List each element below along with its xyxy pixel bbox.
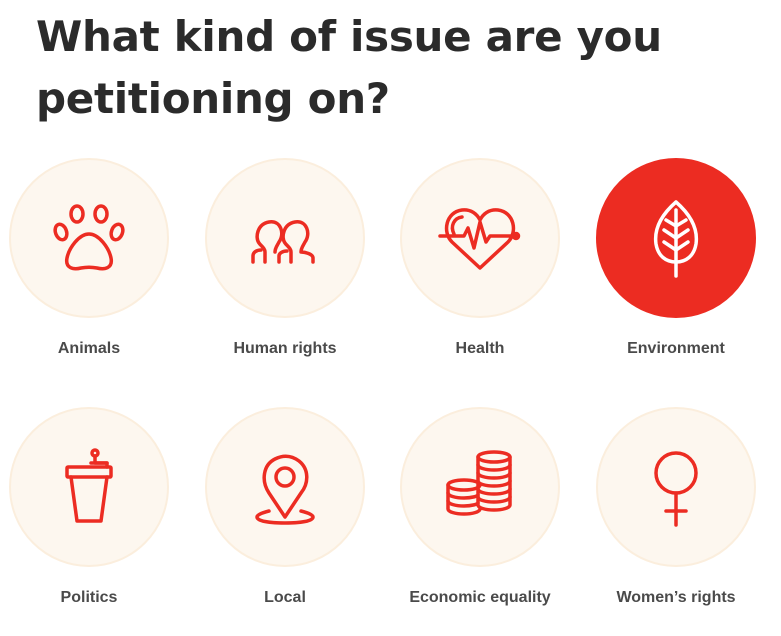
category-circle	[205, 407, 365, 567]
heart-pulse-icon	[438, 208, 521, 270]
category-option-economic-equality[interactable]: Economic equality	[391, 407, 571, 627]
category-circle	[205, 158, 365, 318]
people-icon	[251, 220, 315, 264]
podium-icon	[65, 448, 113, 523]
category-option-animals[interactable]: Animals	[0, 158, 180, 378]
category-option-womens-rights[interactable]: Women’s rights	[587, 407, 767, 627]
category-grid: Animals Human rights Health Environment …	[0, 0, 781, 636]
category-circle	[596, 407, 756, 567]
category-option-local[interactable]: Local	[196, 407, 376, 627]
category-option-politics[interactable]: Politics	[0, 407, 180, 627]
category-option-environment[interactable]: Environment	[587, 158, 767, 378]
category-label: Politics	[60, 589, 118, 606]
leaf-icon	[653, 200, 699, 278]
category-circle	[596, 158, 756, 318]
coins-icon	[446, 450, 512, 516]
category-label: Human rights	[233, 340, 337, 357]
category-label: Animals	[57, 340, 121, 357]
female-symbol-icon	[654, 451, 698, 527]
category-label: Health	[455, 340, 505, 357]
category-circle	[400, 158, 560, 318]
category-label: Environment	[627, 340, 725, 357]
category-circle	[400, 407, 560, 567]
category-option-health[interactable]: Health	[391, 158, 571, 378]
category-label: Women’s rights	[616, 589, 736, 606]
category-circle	[9, 407, 169, 567]
paw-icon	[53, 204, 125, 271]
category-label: Local	[264, 589, 306, 606]
category-circle	[9, 158, 169, 318]
map-pin-icon	[255, 454, 315, 525]
category-option-human-rights[interactable]: Human rights	[196, 158, 376, 378]
category-label: Economic equality	[409, 589, 551, 606]
